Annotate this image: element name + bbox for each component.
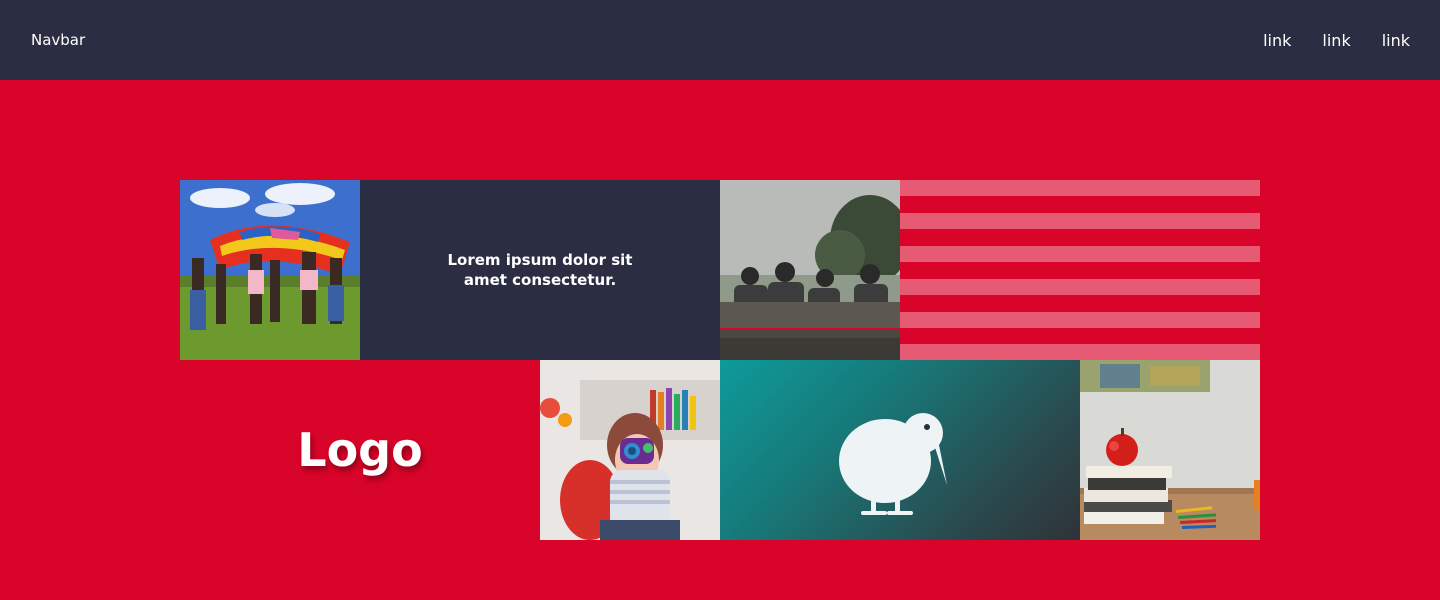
image-grid: Lorem ipsum dolor sit amet consectetur. [180, 180, 1260, 540]
nav-link-1[interactable]: link [1263, 31, 1291, 50]
decorative-stripes [900, 180, 1260, 360]
tagline-text: Lorem ipsum dolor sit amet consectetur. [447, 251, 633, 289]
kiwi-panel [720, 360, 1080, 540]
logo[interactable]: Logo [297, 423, 422, 477]
nav-links: link link link [1263, 31, 1410, 50]
parachute-photo [180, 180, 360, 360]
toddler-photo [540, 360, 720, 540]
navbar: Navbar link link link [0, 0, 1440, 80]
apple-books-photo [1080, 360, 1260, 540]
logo-panel: Logo [180, 360, 540, 540]
nav-link-2[interactable]: link [1322, 31, 1350, 50]
nav-link-3[interactable]: link [1382, 31, 1410, 50]
bench-photo [720, 180, 900, 360]
tagline-panel: Lorem ipsum dolor sit amet consectetur. [360, 180, 720, 360]
navbar-brand[interactable]: Navbar [31, 31, 85, 49]
kiwi-bird-icon [839, 413, 947, 515]
